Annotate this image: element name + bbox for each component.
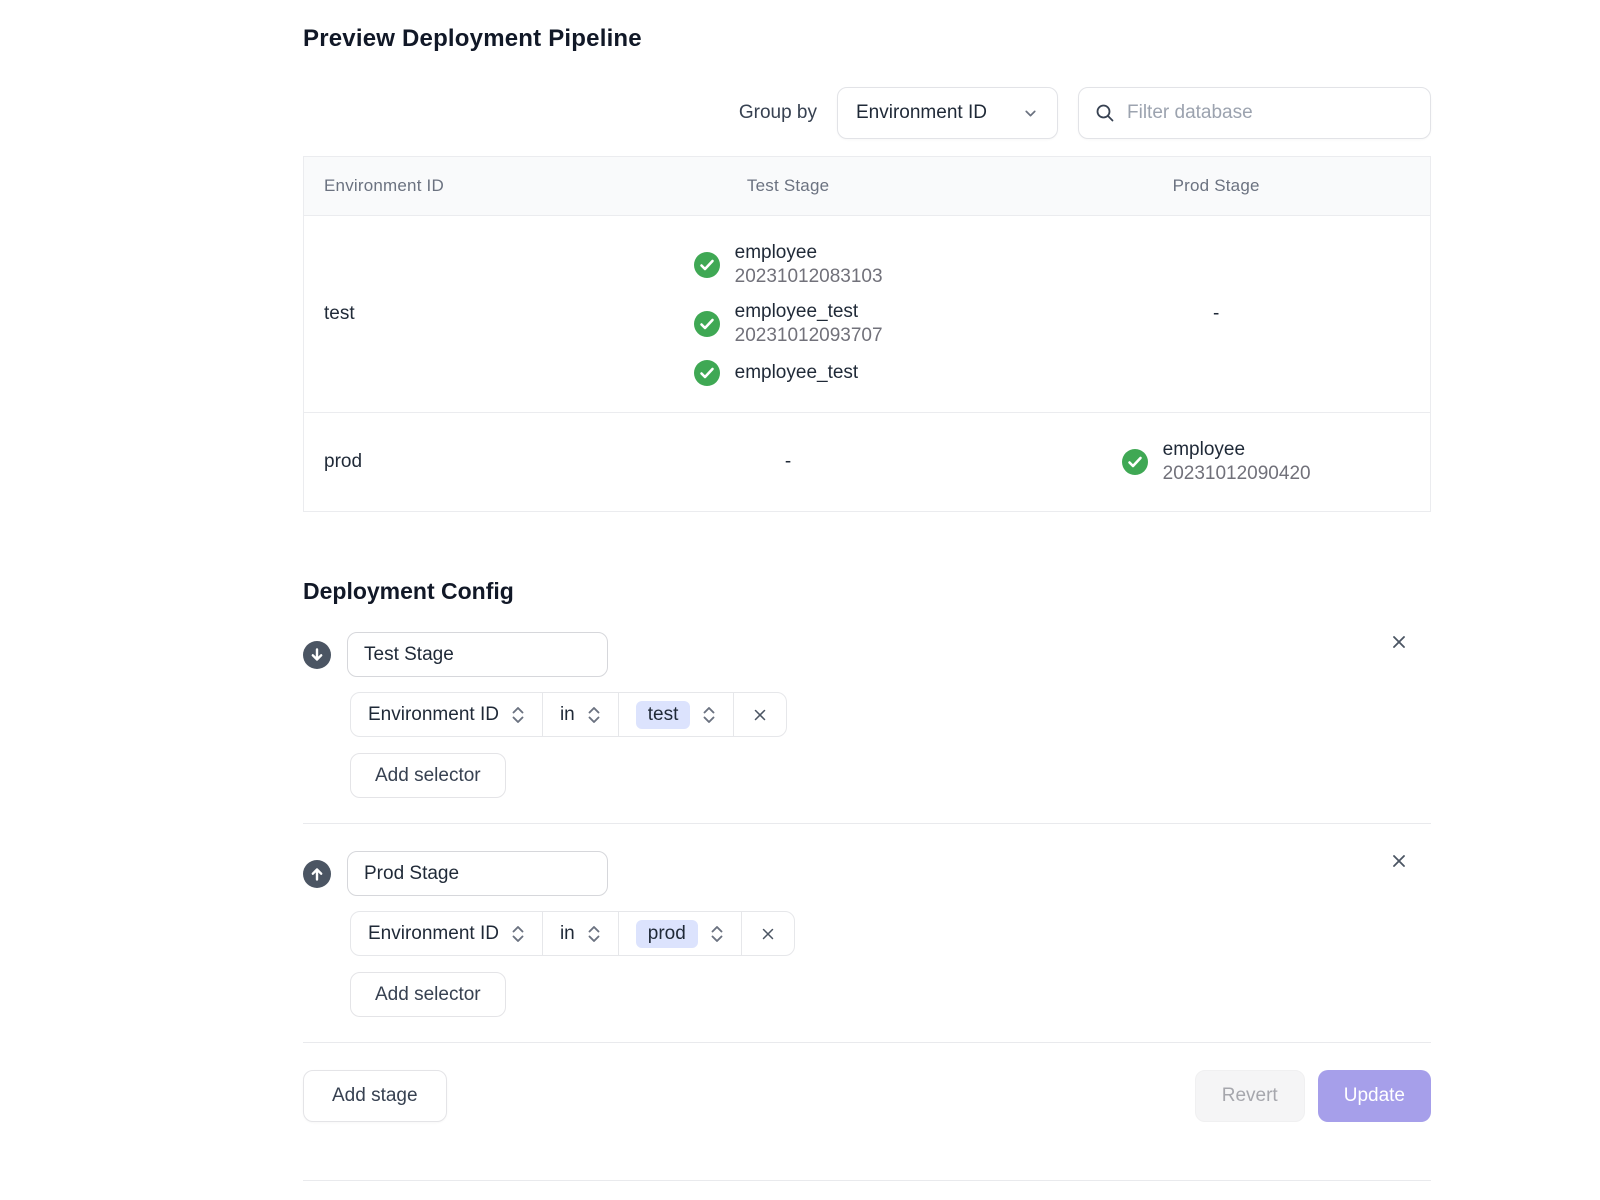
database-deployment-item: employee 20231012083103 xyxy=(694,242,883,288)
database-name: employee xyxy=(735,242,883,264)
selector-values-select[interactable]: test xyxy=(618,693,734,736)
database-version: 20231012090420 xyxy=(1163,463,1311,485)
move-stage-up-icon[interactable] xyxy=(303,860,331,888)
group-by-label: Group by xyxy=(739,102,817,124)
selector-key-select[interactable]: Environment ID xyxy=(351,693,542,736)
table-row: prod - employee 20231012090420 xyxy=(304,413,1431,512)
column-header-prod-stage: Prod Stage xyxy=(1002,157,1430,216)
empty-stage-placeholder: - xyxy=(785,451,791,472)
close-icon xyxy=(1389,851,1409,871)
success-check-icon xyxy=(1122,449,1148,475)
stage-divider xyxy=(303,823,1431,824)
selector: Environment ID in test xyxy=(350,692,787,737)
database-deployment-item: employee 20231012090420 xyxy=(1122,439,1311,485)
selector-key-value: Environment ID xyxy=(368,923,499,945)
remove-selector-button[interactable] xyxy=(733,693,786,736)
close-icon xyxy=(751,706,769,724)
revert-button[interactable]: Revert xyxy=(1195,1070,1305,1122)
update-button[interactable]: Update xyxy=(1318,1070,1431,1122)
close-icon xyxy=(759,925,777,943)
group-by-select[interactable]: Environment ID xyxy=(837,87,1058,139)
add-stage-button[interactable]: Add stage xyxy=(303,1070,447,1122)
chevron-down-icon xyxy=(1022,105,1039,122)
pipeline-preview-table: Environment ID Test Stage Prod Stage tes… xyxy=(303,156,1431,512)
add-selector-button[interactable]: Add selector xyxy=(350,972,506,1017)
main-content: Preview Deployment Pipeline Group by Env… xyxy=(303,0,1431,1181)
stage-config-prod: Environment ID in prod xyxy=(303,851,1431,1017)
database-version: 20231012083103 xyxy=(735,266,883,288)
selector-operator-value: in xyxy=(560,923,575,945)
stage-name-input[interactable] xyxy=(347,851,608,896)
page-title: Preview Deployment Pipeline xyxy=(303,25,1431,53)
updown-chevrons-icon xyxy=(511,706,525,724)
database-list: employee 20231012090420 xyxy=(1122,439,1311,485)
selector-operator-value: in xyxy=(560,704,575,726)
updown-chevrons-icon xyxy=(587,925,601,943)
success-check-icon xyxy=(694,311,720,337)
selector: Environment ID in prod xyxy=(350,911,795,956)
selector-key-select[interactable]: Environment ID xyxy=(351,912,542,955)
table-header-row: Environment ID Test Stage Prod Stage xyxy=(304,157,1431,216)
selector-key-value: Environment ID xyxy=(368,704,499,726)
stage-name-input[interactable] xyxy=(347,632,608,677)
database-name: employee_test xyxy=(735,301,883,323)
database-list: employee 20231012083103 employee_test 20… xyxy=(694,242,883,386)
success-check-icon xyxy=(694,360,720,386)
column-header-environment-id: Environment ID xyxy=(304,157,574,216)
filter-database-input[interactable] xyxy=(1127,102,1414,124)
updown-chevrons-icon xyxy=(587,706,601,724)
selector-value-tag: prod xyxy=(636,920,698,948)
pipeline-toolbar: Group by Environment ID xyxy=(303,87,1431,139)
selector-operator-select[interactable]: in xyxy=(542,912,618,955)
bottom-divider xyxy=(303,1180,1431,1181)
database-name: employee_test xyxy=(735,362,859,384)
updown-chevrons-icon xyxy=(702,706,716,724)
success-check-icon xyxy=(694,252,720,278)
close-icon xyxy=(1389,632,1409,652)
database-version: 20231012093707 xyxy=(735,325,883,347)
column-header-test-stage: Test Stage xyxy=(574,157,1002,216)
database-name: employee xyxy=(1163,439,1311,461)
selector-values-select[interactable]: prod xyxy=(618,912,741,955)
empty-stage-placeholder: - xyxy=(1213,303,1219,324)
add-selector-button[interactable]: Add selector xyxy=(350,753,506,798)
deployment-config-title: Deployment Config xyxy=(303,578,1431,605)
stage-config-test: Environment ID in test xyxy=(303,632,1431,798)
remove-selector-button[interactable] xyxy=(741,912,794,955)
selector-operator-select[interactable]: in xyxy=(542,693,618,736)
database-deployment-item: employee_test 20231012093707 xyxy=(694,301,883,347)
remove-stage-button[interactable] xyxy=(1386,848,1412,874)
updown-chevrons-icon xyxy=(511,925,525,943)
remove-stage-button[interactable] xyxy=(1386,629,1412,655)
config-footer: Add stage Revert Update xyxy=(303,1070,1431,1122)
search-icon xyxy=(1095,103,1115,123)
database-deployment-item: employee_test xyxy=(694,360,859,386)
table-row: test employee 20231012083103 xyxy=(304,216,1431,413)
move-stage-down-icon[interactable] xyxy=(303,641,331,669)
environment-label: test xyxy=(324,303,355,324)
group-by-selected-value: Environment ID xyxy=(856,102,987,124)
updown-chevrons-icon xyxy=(710,925,724,943)
environment-label: prod xyxy=(324,451,362,472)
selector-value-tag: test xyxy=(636,701,691,729)
stage-divider xyxy=(303,1042,1431,1043)
filter-database-search[interactable] xyxy=(1078,87,1431,139)
